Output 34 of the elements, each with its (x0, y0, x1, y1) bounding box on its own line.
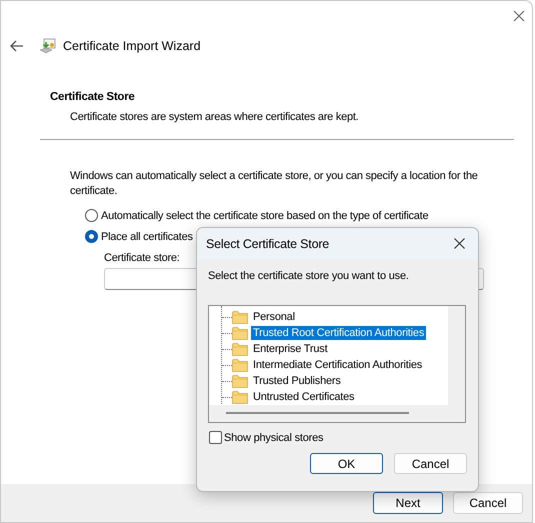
ok-button[interactable]: OK (310, 453, 383, 474)
folder-icon (232, 374, 248, 388)
certificate-icon (39, 38, 57, 54)
radio-button[interactable] (85, 209, 98, 222)
radio-label: Place all certificates (101, 230, 193, 242)
intro-text: Windows can automatically select a certificate store, or you can specify a location for the certificate. (70, 169, 479, 199)
radio-button[interactable] (85, 230, 98, 243)
folder-icon (232, 310, 248, 324)
cancel-button[interactable]: Cancel (453, 492, 523, 514)
dialog-title: Select Certificate Store (206, 236, 330, 250)
back-arrow-icon[interactable] (10, 40, 24, 52)
scrollbar-thumb[interactable] (226, 412, 409, 414)
close-icon[interactable] (513, 10, 525, 22)
tree-item[interactable]: Trusted Root Certification Authorities (251, 326, 426, 340)
radio-label: Automatically select the certificate store based on the type of certificate (101, 210, 428, 222)
close-icon[interactable] (454, 238, 465, 249)
tree-item[interactable]: Enterprise Trust (251, 342, 330, 356)
section-heading: Certificate Store (50, 91, 136, 103)
checkbox[interactable] (209, 431, 222, 444)
tree-item[interactable]: Untrusted Certificates (251, 390, 356, 404)
checkbox-label: Show physical stores (224, 432, 324, 444)
folder-icon (232, 390, 248, 404)
folder-icon (232, 326, 248, 340)
window-title: Certificate Import Wizard (63, 39, 201, 53)
folder-icon (232, 358, 248, 372)
tree-item[interactable]: Personal (251, 310, 297, 324)
tree-item[interactable]: Intermediate Certification Authorities (251, 358, 424, 372)
dialog-prompt: Select the certificate store you want to use. (208, 270, 410, 282)
field-label: Certificate store: (104, 252, 180, 264)
folder-icon (232, 342, 248, 356)
section-description: Certificate stores are system areas where certificates are kept. (70, 111, 360, 123)
tree-item[interactable]: Trusted Publishers (251, 374, 343, 388)
next-button[interactable]: Next (373, 492, 443, 514)
cancel-button[interactable]: Cancel (394, 453, 467, 474)
